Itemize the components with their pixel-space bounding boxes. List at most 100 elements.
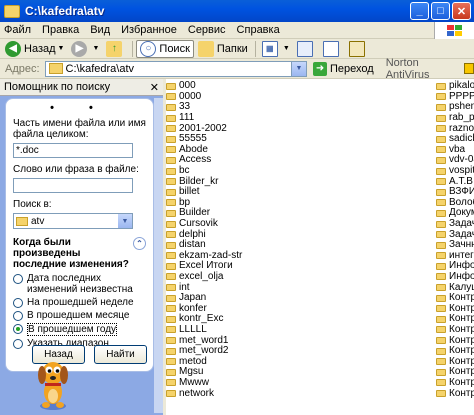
date-option-month[interactable]: В прошедшем месяце [13, 310, 146, 321]
folder-item[interactable]: Cursovik [166, 219, 242, 230]
folder-item[interactable]: metod [166, 356, 242, 367]
maximize-button[interactable]: □ [431, 2, 450, 20]
chevron-down-icon[interactable]: ▼ [58, 45, 65, 52]
search-button[interactable]: ○ Поиск [136, 39, 194, 58]
window-title: C:\kafedra\atv [25, 4, 105, 18]
views-button[interactable]: ▦ ▼ [259, 40, 293, 58]
chevron-up-icon[interactable]: ⌃ [133, 237, 146, 250]
minimize-button[interactable]: _ [410, 2, 429, 20]
folder-name: excel_olja [179, 270, 224, 282]
search-pane-scrollbar[interactable] [154, 98, 163, 413]
folder-item[interactable]: 000 [166, 81, 242, 92]
date-options: Дата последних изменений неизвестна На п… [13, 273, 146, 349]
close-icon[interactable]: ✕ [150, 81, 159, 94]
folder-icon [166, 252, 176, 260]
folder-name: Abode [179, 143, 208, 155]
menu-help[interactable]: Справка [237, 24, 280, 36]
folder-item[interactable]: Контр_ [436, 377, 474, 389]
folder-name: billet [179, 186, 200, 198]
folder-name: pshenk [449, 101, 474, 113]
go-button[interactable]: ➜ Переход [313, 61, 374, 76]
menu-file[interactable]: Файл [4, 24, 31, 36]
folder-item[interactable]: network [166, 388, 242, 399]
radio-icon[interactable] [13, 298, 23, 308]
date-option-week[interactable]: На прошедшей неделе [13, 297, 146, 308]
chevron-down-icon[interactable]: ▼ [283, 45, 290, 52]
chevron-down-icon[interactable]: ▼ [118, 214, 132, 228]
folder-icon [166, 103, 176, 111]
folder-icon [436, 241, 446, 249]
radio-icon[interactable] [13, 274, 23, 284]
folder-item[interactable]: met_word2 [166, 346, 242, 357]
folder-item[interactable]: Контр_ [436, 293, 474, 304]
norton-antivirus-button[interactable]: Norton AntiVirus [386, 57, 474, 81]
radio-icon[interactable] [13, 324, 23, 334]
folder-item[interactable]: 111 [166, 113, 242, 124]
folders-button[interactable]: Папки [195, 40, 251, 58]
move-to-button[interactable] [294, 40, 319, 58]
folder-item[interactable]: rab_pr [436, 113, 474, 124]
folder-item[interactable]: LLLLL [166, 324, 242, 336]
find-button[interactable]: Найти [94, 345, 147, 364]
folder-name: rab_pr [449, 112, 474, 124]
folder-item[interactable]: Контр_ [436, 323, 474, 336]
date-option-year[interactable]: В прошедшем году [13, 323, 146, 336]
folder-item[interactable]: Access [166, 155, 242, 166]
folder-item[interactable]: 55555 [166, 134, 242, 145]
folder-item[interactable]: distan [166, 240, 242, 251]
folder-item[interactable]: vospit [436, 166, 474, 177]
folder-icon [436, 114, 446, 122]
delete-button[interactable] [346, 40, 371, 58]
radio-icon[interactable] [13, 311, 23, 321]
folder-item[interactable]: billet [166, 187, 242, 198]
menu-view[interactable]: Вид [90, 24, 110, 36]
filename-input[interactable]: *.doc [13, 143, 133, 158]
folder-item[interactable]: pikalov [436, 81, 474, 92]
folder-icon [48, 63, 63, 74]
folder-name: raznoe [449, 122, 474, 134]
up-folder-button[interactable]: ↑ [103, 40, 128, 58]
folder-item[interactable]: 33 [166, 102, 242, 113]
folder-name: network [179, 387, 215, 399]
search-assistant-dog-icon[interactable] [33, 356, 73, 412]
phrase-input[interactable] [13, 178, 133, 193]
date-question[interactable]: Когда были произведены последние изменен… [13, 237, 146, 270]
folder-name: vdv-04 [449, 154, 474, 166]
folder-item[interactable]: Mwww [166, 377, 242, 389]
folder-name: Контр_ [449, 292, 474, 304]
menu-edit[interactable]: Правка [42, 24, 79, 36]
folder-name: sadich [449, 133, 474, 145]
folder-item[interactable]: sadich [436, 134, 474, 145]
radio-icon[interactable] [13, 339, 23, 349]
folder-name: Контр_ [449, 323, 474, 335]
folder-icon [436, 368, 446, 376]
folder-item[interactable]: Контр_ [436, 388, 474, 399]
copy-to-button[interactable] [320, 40, 345, 58]
folder-item[interactable]: ВЗФИ ( [436, 187, 474, 198]
folder-item[interactable]: Bilder_kr [166, 176, 242, 187]
folder-item[interactable]: Контр_ [436, 346, 474, 357]
folder-icon [166, 273, 176, 281]
folders-icon [197, 40, 214, 57]
folder-item[interactable]: bc [166, 166, 242, 177]
folder-item[interactable]: 0000 [166, 91, 242, 103]
back-button[interactable]: ◀ Назад ▼ [2, 40, 67, 58]
menu-favorites[interactable]: Избранное [121, 24, 177, 36]
folder-item[interactable]: Задач [436, 219, 474, 230]
folder-item[interactable]: Инфор [436, 271, 474, 283]
chevron-down-icon[interactable]: ▼ [92, 45, 99, 52]
close-button[interactable]: ✕ [452, 2, 471, 20]
address-label: Адрес: [5, 62, 40, 75]
address-input[interactable]: C:\kafedra\atv ▼ [44, 60, 308, 77]
date-option-unknown[interactable]: Дата последних изменений неизвестна [13, 273, 146, 295]
menu-tools[interactable]: Сервис [188, 24, 226, 36]
forward-button[interactable]: ▶ ▼ [68, 40, 102, 58]
folder-icon [436, 284, 446, 292]
folder-icon [166, 114, 176, 122]
folder-item[interactable]: excel_olja [166, 270, 242, 283]
folder-item[interactable]: Зачнни [436, 240, 474, 251]
folder-item[interactable]: Japan [166, 293, 242, 304]
lookin-select[interactable]: atv ▼ [13, 213, 133, 229]
chevron-down-icon[interactable]: ▼ [291, 61, 307, 76]
folder-icon [166, 315, 176, 323]
